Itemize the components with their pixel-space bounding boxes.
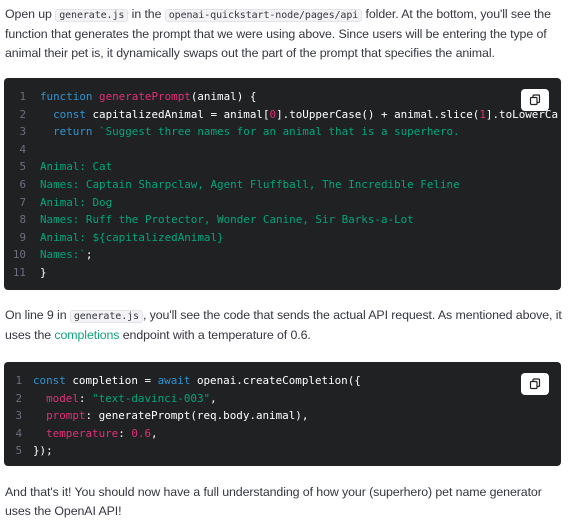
code-token: temperature [33,426,119,440]
code-line: 4 [4,141,561,159]
api-text-1: On line 9 in [5,308,70,322]
line-content: temperature: 0.6, [33,425,158,443]
completions-link[interactable]: completions [54,328,119,342]
code-line: 2 model: "text-davinci-003", [4,390,561,408]
code-token: model [33,391,79,405]
line-number: 10 [12,248,26,262]
intro-paragraph: Open up generate.js in the openai-quicks… [5,5,565,63]
line-content: Animal: Dog [40,194,112,212]
code-token: Animal: ${capitalizedAnimal} [40,230,224,244]
code-line: 6 Names: Captain Sharpclaw, Agent Fluffba… [4,176,561,194]
line-number: 3 [15,409,22,423]
line-number: 11 [12,265,26,279]
code-token: `Suggest three names for an animal that … [99,125,460,139]
line-number: 2 [19,107,26,121]
line-number: 8 [19,213,26,227]
code-token: (animal) { [190,90,257,103]
code-token: : generatePrompt(req.body.animal), [85,409,309,423]
line-content: const capitalizedAnimal = animal[0].toUp… [40,106,558,124]
line-content: prompt: generatePrompt(req.body.animal), [33,407,308,425]
api-text-3: endpoint with a temperature of 0.6. [119,328,311,342]
intro-text-1: Open up [5,7,56,21]
line-content: model: "text-davinci-003", [33,390,217,408]
code-token: const [33,374,73,387]
code-token: } [40,265,47,279]
line-number: 4 [19,142,26,156]
api-request-paragraph: On line 9 in generate.js, you'll see the… [5,306,565,345]
code-line: 1 const completion = await openai.createC… [4,372,561,390]
code-token: , [151,426,158,440]
code-token: , [210,391,217,405]
code-line: 4 temperature: 0.6, [4,425,561,443]
line-content: Names: Ruff the Protector, Wonder Canine… [40,211,414,229]
code-token: await [157,374,197,387]
code-token: }); [33,444,53,458]
code-token: Names: Captain Sharpclaw, Agent Fluffbal… [40,177,460,191]
code-block-generate-prompt: 1 function generatePrompt(animal) {2 cons… [4,78,561,290]
code-token: 0.6 [131,426,152,440]
code-token: : [78,391,93,405]
inline-code-folder-path: openai-quickstart-node/pages/api [164,9,363,22]
code-token: Animal: Dog [40,195,113,209]
code-line: 5}); [4,442,561,460]
code-block-create-completion: 1 const completion = await openai.createC… [4,362,561,466]
line-content: Names:`; [40,246,92,264]
code-lines: 1 function generatePrompt(animal) {2 cons… [4,88,561,282]
code-line: 10 Names:`; [4,246,561,264]
code-line: 1 function generatePrompt(animal) { [4,88,561,106]
intro-text-2: in the [128,7,165,21]
code-token: const [40,107,93,121]
code-token: function [40,90,100,103]
code-line: 2 const capitalizedAnimal = animal[0].to… [4,106,561,124]
code-token: ; [85,248,93,262]
conclusion-paragraph: And that's it! You should now have a ful… [5,485,542,518]
line-number: 7 [19,195,26,209]
code-line: 8 Names: Ruff the Protector, Wonder Canin… [4,211,561,229]
code-token: : [118,426,132,440]
line-number: 4 [15,426,22,440]
code-line: 3 return `Suggest three names for an ani… [4,123,561,141]
line-content: } [40,264,47,282]
line-number: 5 [19,160,26,174]
code-token: prompt [33,409,86,423]
code-token: generatePrompt [99,90,191,103]
line-number: 6 [19,177,26,191]
copy-code-button[interactable] [521,373,549,395]
code-line: 7 Animal: Dog [4,194,561,212]
code-token: Animal: Cat [40,160,113,174]
line-number: 5 [15,444,22,458]
code-token: capitalizedAnimal = animal[ [92,107,270,121]
code-token: ].toUpperCase() + animal.slice( [276,107,480,121]
code-token: return [40,125,100,139]
line-number: 2 [15,391,22,405]
line-content: }); [33,442,53,460]
line-content: const completion = await openai.createCo… [33,372,361,390]
inline-code-generate-js: generate.js [55,9,129,22]
code-token: openai.createCompletion({ [196,374,361,387]
line-content: Animal: Cat [40,158,112,176]
code-line: 3 prompt: generatePrompt(req.body.animal… [4,407,561,425]
code-lines: 1 const completion = await openai.createC… [4,372,561,460]
code-token: completion = [72,374,158,387]
inline-code-generate-js-2: generate.js [69,310,143,323]
line-content: Animal: ${capitalizedAnimal} [40,229,224,247]
code-line: 11} [4,264,561,282]
copy-icon [529,94,541,106]
code-token: Names:` [40,248,86,262]
line-number: 1 [15,374,22,387]
code-line: 9 Animal: ${capitalizedAnimal} [4,229,561,247]
line-content: Names: Captain Sharpclaw, Agent Fluffbal… [40,176,460,194]
code-line: 5 Animal: Cat [4,158,561,176]
line-content: return `Suggest three names for an anima… [40,123,460,141]
line-number: 9 [19,230,26,244]
copy-icon [529,378,541,390]
code-token: Names: Ruff the Protector, Wonder Canine… [40,213,414,227]
code-token: "text-davinci-003" [92,391,211,405]
copy-code-button[interactable] [521,89,549,111]
line-content: function generatePrompt(animal) { [40,88,256,106]
line-number: 1 [19,90,26,103]
line-number: 3 [19,125,26,139]
